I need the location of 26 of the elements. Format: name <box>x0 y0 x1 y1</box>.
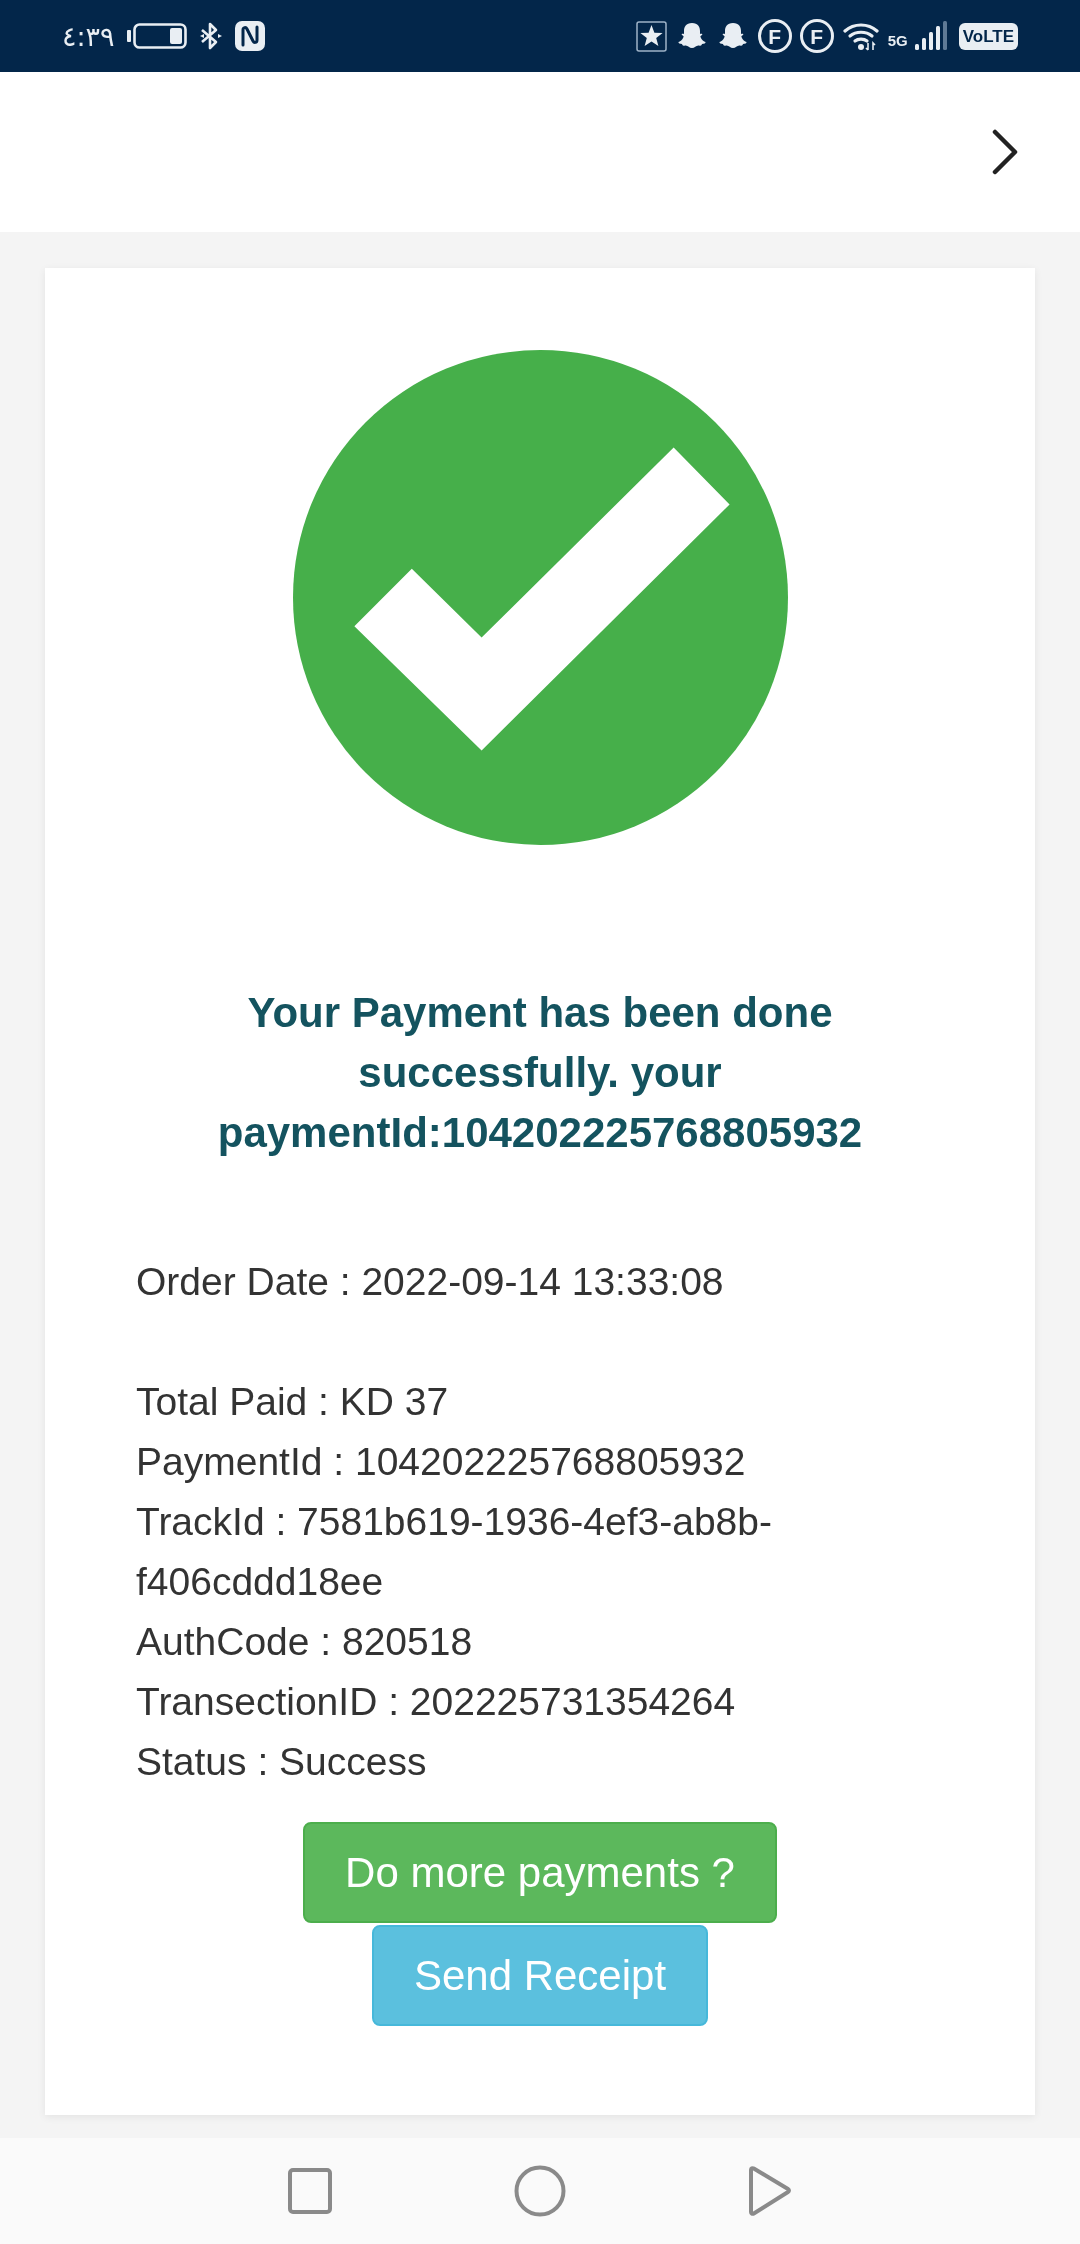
volte-indicator: VoLTE <box>958 22 1018 50</box>
status-time: ٤:٣٩ <box>62 22 115 50</box>
send-receipt-button[interactable]: Send Receipt <box>371 1925 709 2026</box>
detail-text: Total Paid : KD 37 <box>136 1379 450 1425</box>
nfc-icon <box>234 21 265 51</box>
detail-text: PaymentId : 104202225768805932 <box>136 1439 747 1485</box>
circled-letter-icon: F <box>799 19 834 53</box>
success-message: Your Payment has been done successfully. your paymentId:104202225768805932 <box>216 988 864 1158</box>
signal-icon <box>914 21 947 51</box>
detail-text: Status : Success <box>136 1739 428 1785</box>
network-type-label: 5G <box>887 33 908 48</box>
star-app-icon <box>635 20 667 52</box>
detail-text: TrackId : 7581b619-1936-4ef3-ab8b-f406cddd18ee <box>136 1499 773 1605</box>
wifi-icon <box>842 21 879 51</box>
chevron-right-icon[interactable] <box>992 129 1018 175</box>
home-icon[interactable] <box>514 2165 566 2217</box>
bluetooth-icon <box>198 22 223 50</box>
detail-text: TransectionID : 202225731354264 <box>136 1679 737 1725</box>
back-icon[interactable] <box>748 2166 792 2216</box>
success-check-icon <box>292 350 788 845</box>
circled-letter-icon: F <box>757 19 792 53</box>
recent-apps-icon[interactable] <box>288 2168 332 2214</box>
battery-icon <box>126 23 187 49</box>
detail-text: AuthCode : 820518 <box>136 1619 474 1665</box>
order-date-text: Order Date : 2022-09-14 13:33:08 <box>136 1259 725 1305</box>
more-payments-button[interactable]: Do more payments ? <box>303 1822 777 1923</box>
